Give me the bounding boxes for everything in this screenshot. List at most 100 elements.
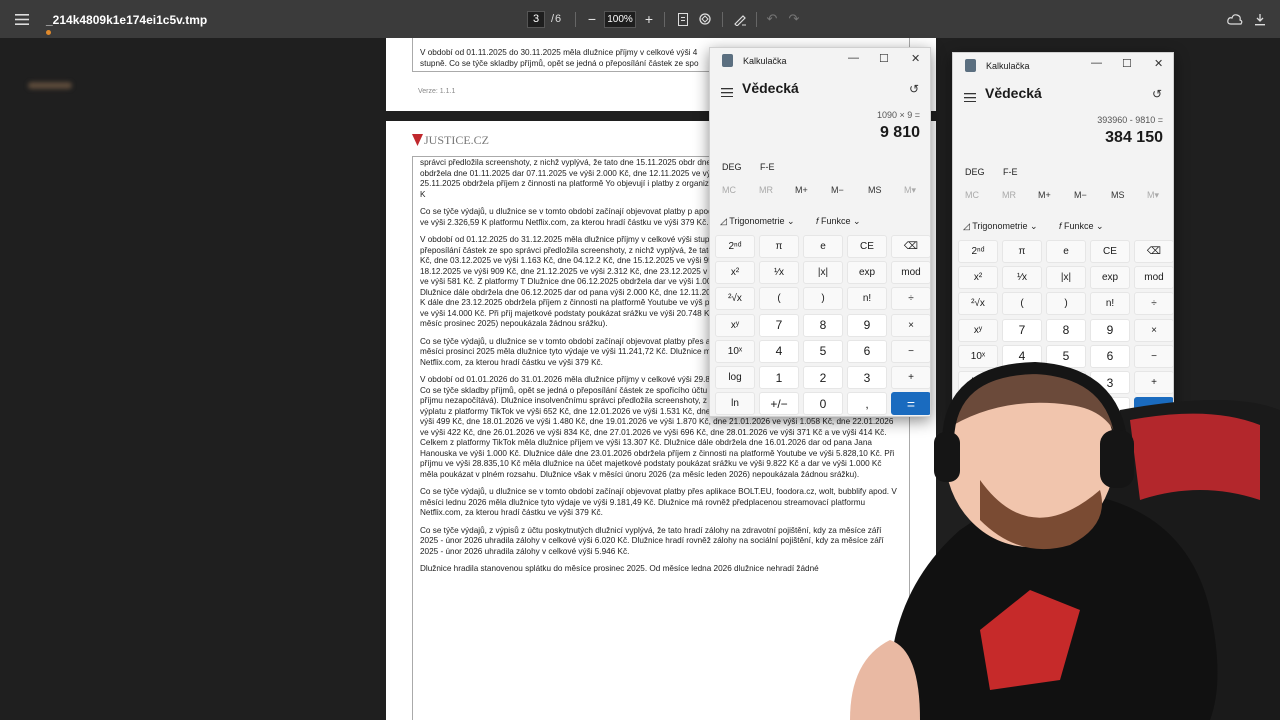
ms-button[interactable]: MS [868,185,882,195]
paragraph: Co se týče výdajů, u dlužnice se v tomto… [420,487,897,517]
draw-icon[interactable] [732,11,748,27]
page-number-input[interactable]: 3 [527,11,545,28]
rotate-icon[interactable] [697,11,713,27]
calc-key[interactable]: 1 [759,366,799,389]
zoom-in-plus-icon[interactable]: + [641,11,657,27]
mplus-button[interactable]: M+ [795,185,808,195]
mr-button[interactable]: MR [1002,190,1016,200]
mc-button[interactable]: MC [722,185,736,195]
calc-key[interactable]: 10ˣ [715,339,755,363]
calc-key[interactable]: 2ⁿᵈ [958,240,998,263]
calc-key[interactable]: × [891,313,930,337]
trig-dropdown[interactable]: ◿ Trigonometrie ⌄ [963,221,1038,232]
hamburger-icon[interactable] [12,10,32,28]
download-icon[interactable] [1252,11,1268,27]
viewer-toolbar: _214k4809k1e174ei1c5v.tmp 3 / 6 − 100% +… [0,0,1280,38]
fe-button[interactable]: F-E [1003,167,1018,177]
calc-key[interactable]: ) [803,287,843,311]
blurred-artifact [28,82,72,89]
fe-button[interactable]: F-E [760,162,775,172]
redo-icon[interactable]: ↷ [786,11,802,27]
mplus-button[interactable]: M+ [1038,190,1051,200]
calc-key[interactable]: 8 [1046,318,1086,342]
zoom-out-minus-icon[interactable]: − [584,11,600,27]
calc-key[interactable]: ²√x [958,292,998,316]
prev-line-2: stupně. Co se týče skladby příjmů, opět … [420,58,699,68]
calc-key[interactable]: ÷ [1134,292,1173,316]
mminus-button[interactable]: M− [831,185,844,195]
calc-key[interactable]: e [1046,240,1086,263]
mminus-button[interactable]: M− [1074,190,1087,200]
calc-key[interactable]: |x| [1046,266,1086,290]
calc-key[interactable]: ÷ [891,287,930,311]
calc-key[interactable]: × [1134,318,1173,342]
calc-expression: 1090 × 9 = [876,110,920,120]
calc-key[interactable]: xʸ [715,313,755,337]
mr-button[interactable]: MR [759,185,773,195]
deg-button[interactable]: DEG [965,167,985,177]
minimize-icon[interactable]: — [1091,57,1102,69]
calc-key[interactable]: π [1002,240,1042,263]
calc-key[interactable]: π [759,235,799,258]
calc-key[interactable]: CE [847,235,887,258]
calc-key[interactable]: 9 [847,313,887,337]
calc-key[interactable]: ( [1002,292,1042,316]
mc-button[interactable]: MC [965,190,979,200]
calc-key[interactable]: ²√x [715,287,755,311]
calc-key[interactable]: ( [759,287,799,311]
calc-key[interactable]: mod [1134,266,1173,290]
maximize-icon[interactable]: ☐ [879,52,889,65]
calc-mode-title: Vědecká [985,85,1042,101]
undo-icon[interactable]: ↶ [764,11,780,27]
calc-key[interactable]: log [715,366,755,389]
calc-key[interactable]: CE [1090,240,1130,263]
calc-key[interactable]: |x| [803,261,843,285]
func-dropdown[interactable]: f Funkce ⌄ [1059,221,1104,232]
calc-key[interactable]: 7 [759,313,799,337]
calc-key[interactable]: ⌫ [1134,240,1173,263]
calc-mode-title: Vědecká [742,80,799,96]
calc-key[interactable]: 9 [1090,318,1130,342]
mlist-button[interactable]: M▾ [1147,190,1159,201]
calc-key[interactable]: x² [958,266,998,290]
cloud-icon[interactable] [1226,11,1244,27]
calc-key[interactable]: mod [891,261,930,285]
hamburger-icon[interactable] [964,89,976,107]
unsaved-dot-icon [46,30,51,35]
calc-key[interactable]: exp [847,261,887,285]
calc-key[interactable]: 7 [1002,318,1042,342]
calc-key[interactable]: n! [1090,292,1130,316]
calc-key[interactable]: xʸ [958,318,998,342]
mlist-button[interactable]: M▾ [904,185,916,196]
webcam-overlay [830,350,1280,720]
calc-key[interactable]: ⌫ [891,235,930,258]
calc-key[interactable]: ¹⁄x [1002,266,1042,290]
minimize-icon[interactable]: — [848,52,859,64]
close-icon[interactable]: ✕ [1154,57,1163,70]
calc-key[interactable]: 4 [759,339,799,363]
maximize-icon[interactable]: ☐ [1122,57,1132,70]
calc-key[interactable]: 2ⁿᵈ [715,235,755,258]
fit-page-icon[interactable] [675,11,691,27]
calc-key[interactable]: x² [715,261,755,285]
ms-button[interactable]: MS [1111,190,1125,200]
calc-key[interactable]: ln [715,392,755,416]
deg-button[interactable]: DEG [722,162,742,172]
calc-key[interactable]: ) [1046,292,1086,316]
calc-key[interactable]: +/− [759,392,799,416]
calc-title: Kalkulačka [986,61,1030,71]
total-pages: 6 [555,13,562,25]
calc-key[interactable]: ¹⁄x [759,261,799,285]
calc-key[interactable]: n! [847,287,887,311]
calc-key[interactable]: exp [1090,266,1130,290]
justice-logo: JUSTICE.CZ [412,133,489,148]
calc-key[interactable]: 8 [803,313,843,337]
close-icon[interactable]: ✕ [911,52,920,65]
hamburger-icon[interactable] [721,84,733,102]
func-dropdown[interactable]: f Funkce ⌄ [816,216,861,227]
calc-key[interactable]: e [803,235,843,258]
history-icon[interactable]: ↺ [909,82,919,96]
zoom-input[interactable]: 100% [604,11,636,28]
trig-dropdown[interactable]: ◿ Trigonometrie ⌄ [720,216,795,227]
history-icon[interactable]: ↺ [1152,87,1162,101]
